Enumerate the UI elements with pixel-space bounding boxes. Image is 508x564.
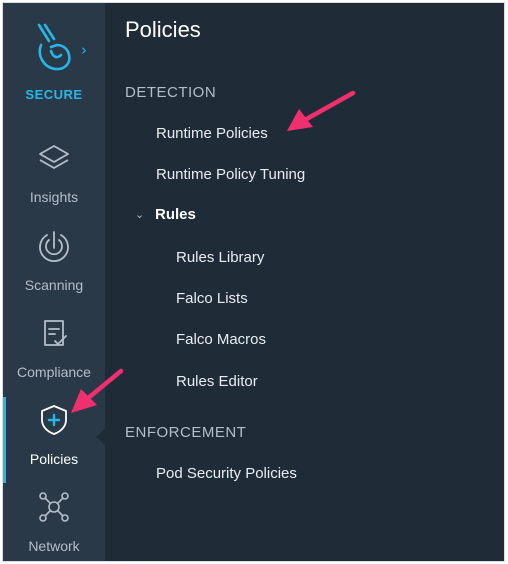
clipboard-check-icon [44,320,67,346]
rules-group-label: Rules [155,206,196,223]
sidebar-item-insights[interactable]: Insights [3,135,105,221]
active-indicator [3,397,6,483]
sidebar-item-scanning[interactable]: Scanning [3,223,105,309]
app-window: › SECURE Insights Scanning Compliance Po… [2,2,505,562]
rules-group-toggle[interactable]: ⌄ Rules [135,206,196,223]
sidebar-item-policies[interactable]: Policies [3,397,106,483]
sidebar-item-label: Policies [29,451,79,467]
chevron-down-icon: ⌄ [135,208,145,221]
menu-item-runtime-policies[interactable]: Runtime Policies [156,125,268,142]
sidebar-item-compliance[interactable]: Compliance [3,310,105,396]
brand-label: SECURE [25,87,83,102]
sidebar-item-label: Compliance [17,364,91,380]
brand-logo[interactable]: › SECURE [3,3,105,121]
menu-item-rules-library[interactable]: Rules Library [176,249,264,266]
policies-menu-panel: Policies DETECTION Runtime Policies Runt… [105,3,504,561]
layers-icon [39,145,69,169]
menu-item-runtime-policy-tuning[interactable]: Runtime Policy Tuning [156,166,305,183]
network-nodes-icon [39,492,69,522]
page-title: Policies [125,17,201,42]
sidebar-item-label: Scanning [24,277,84,293]
sidebar-item-label: Insights [29,189,79,205]
menu-item-falco-macros[interactable]: Falco Macros [176,331,266,348]
menu-item-falco-lists[interactable]: Falco Lists [176,290,248,307]
menu-item-rules-editor[interactable]: Rules Editor [176,373,258,390]
sidebar-item-network[interactable]: Network [3,484,105,561]
scan-power-icon [39,231,69,263]
expand-chevron-icon[interactable]: › [81,41,87,59]
shovel-hand-icon [37,23,71,71]
shield-plus-icon [41,405,67,435]
sidebar-item-label: Network [28,538,80,554]
section-header-enforcement: ENFORCEMENT [125,424,247,441]
sidebar: › SECURE Insights Scanning Compliance Po… [3,3,106,561]
section-header-detection: DETECTION [125,84,217,101]
menu-item-pod-security-policies[interactable]: Pod Security Policies [156,465,297,482]
